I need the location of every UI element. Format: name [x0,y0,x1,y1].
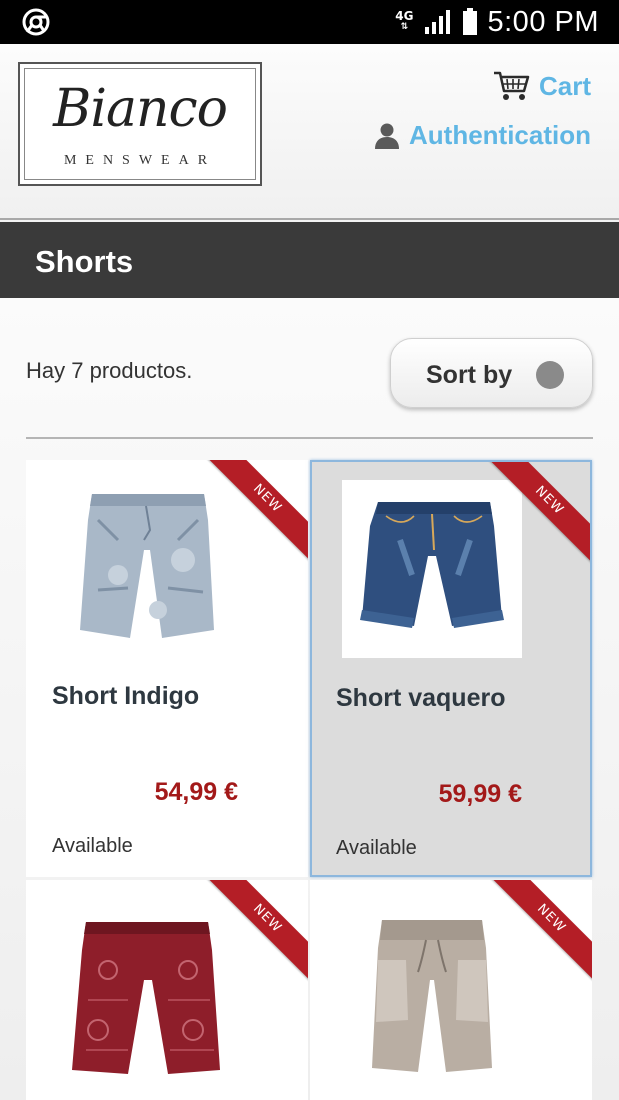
shorts-image-red-print [72,922,220,1074]
product-card[interactable]: NEW [26,880,308,1100]
status-bar: 4G ⇅ 5:00 PM [0,0,619,44]
cart-icon [493,71,530,100]
user-icon [375,123,399,149]
battery-icon [462,8,477,35]
product-card[interactable]: NEW Short vaquero 59,99 € Available [310,460,592,877]
product-count: Hay 7 productos. [26,358,193,383]
product-image[interactable] [58,480,238,658]
product-card[interactable]: NEW [310,880,592,1100]
sort-indicator-icon [536,361,564,389]
cart-link[interactable]: Cart [493,70,591,102]
product-availability: Available [52,835,133,857]
authentication-label: Authentication [409,120,591,150]
authentication-link[interactable]: Authentication [373,120,591,151]
category-bar: Shorts [0,222,619,298]
cart-label: Cart [538,70,591,101]
sort-by-button[interactable]: Sort by [390,338,593,408]
sort-by-label: Sort by [426,361,513,389]
product-name[interactable]: Short Indigo [52,682,199,711]
category-title: Shorts [35,244,134,279]
shorts-image-denim [360,502,504,628]
product-image[interactable] [342,900,522,1078]
store-logo[interactable]: Bianco MENSWEAR [18,62,262,186]
shorts-image-beige [372,920,492,1072]
network-type: 4G ⇅ [395,9,414,32]
product-listing: Hay 7 productos. Sort by NEW Short Indig… [0,298,619,1100]
product-name[interactable]: Short vaquero [336,684,505,713]
logo-subtitle: MENSWEAR [63,153,217,168]
signal-icon [424,10,450,34]
shorts-image-indigo [80,494,214,638]
divider [26,437,593,439]
logo-script-text: Bianco [53,79,228,139]
product-image[interactable] [58,900,238,1078]
product-card[interactable]: NEW Short Indigo 54,99 € Available [26,460,308,877]
product-availability: Available [336,837,417,859]
product-price: 59,99 € [438,780,522,808]
product-price: 54,99 € [154,778,238,806]
product-image[interactable] [342,480,522,658]
chrome-icon [22,8,50,36]
site-header: Bianco MENSWEAR Cart Authentication [0,44,619,220]
status-time: 5:00 PM [487,5,599,38]
